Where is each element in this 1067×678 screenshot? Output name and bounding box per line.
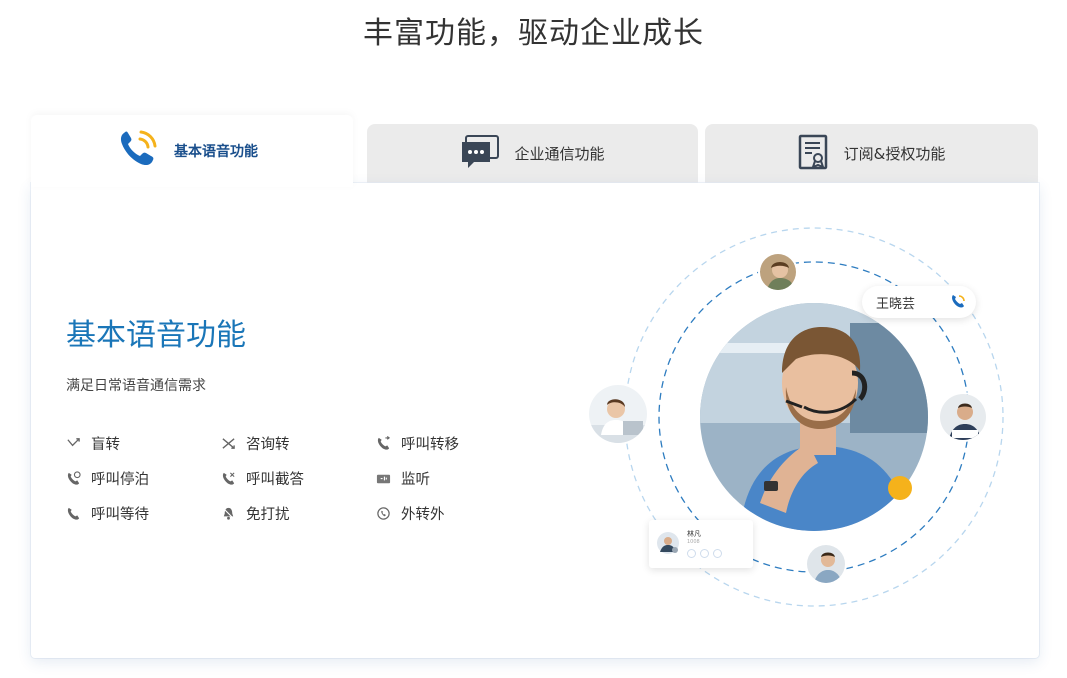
consult-transfer-icon	[222, 437, 235, 449]
contact-card: 林凡 1008	[649, 520, 753, 568]
phone-icon	[116, 127, 160, 175]
blind-transfer-icon	[67, 437, 80, 446]
external-transfer-icon	[377, 506, 390, 520]
video-icon[interactable]	[700, 549, 709, 558]
feature-label: 咨询转	[246, 436, 290, 453]
feature-item: 免打扰	[221, 504, 376, 523]
avatar	[657, 532, 679, 554]
contact-avatar	[758, 252, 798, 292]
call-icon[interactable]	[687, 549, 696, 558]
page-title: 丰富功能，驱动企业成长	[363, 16, 704, 51]
tab-enterprise-comm[interactable]: 企业通信功能	[367, 124, 698, 183]
feature-label: 盲转	[91, 436, 120, 453]
feature-item: 咨询转	[221, 434, 376, 453]
call-wait-icon	[67, 507, 80, 520]
feature-item: 呼叫截答	[221, 469, 376, 488]
tab-label: 基本语音功能	[174, 144, 258, 160]
illustration: 王晓芸 林凡 1008	[560, 220, 1020, 620]
contact-avatar	[805, 543, 847, 585]
feature-list: 盲转 咨询转 呼叫转移 呼叫停泊 呼叫截答 监听 呼叫等待 免打扰 外转外	[66, 434, 536, 523]
feature-label: 呼叫停泊	[91, 471, 149, 488]
section-subtitle: 满足日常语音通信需求	[66, 378, 206, 394]
contact-avatar	[938, 392, 988, 442]
feature-item: 监听	[376, 469, 531, 488]
call-park-icon	[67, 470, 81, 485]
chat-bubble-icon	[460, 134, 500, 174]
contact-avatar	[587, 383, 649, 445]
tab-label: 订阅&授权功能	[843, 145, 946, 163]
tab-label: 企业通信功能	[514, 145, 605, 163]
tab-basic-voice[interactable]: 基本语音功能	[31, 115, 353, 187]
caller-name: 王晓芸	[876, 296, 916, 312]
feature-label: 呼叫转移	[401, 436, 459, 453]
feature-label: 监听	[401, 471, 430, 488]
feature-item: 呼叫停泊	[66, 469, 221, 488]
feature-label: 呼叫等待	[91, 506, 149, 523]
certificate-icon	[798, 134, 830, 174]
call-icon[interactable]	[946, 290, 970, 314]
feature-label: 免打扰	[246, 506, 290, 523]
status-dot	[888, 476, 912, 500]
contact-name: 林凡	[687, 530, 701, 538]
feature-item: 呼叫转移	[376, 434, 531, 453]
more-icon[interactable]	[713, 549, 722, 558]
call-pickup-icon	[222, 471, 235, 485]
contact-number: 1008	[687, 539, 700, 545]
feature-item: 盲转	[66, 434, 221, 453]
caller-name-chip: 王晓芸	[862, 286, 976, 318]
do-not-disturb-icon	[222, 506, 235, 520]
section-title: 基本语音功能	[66, 318, 246, 353]
feature-item: 外转外	[376, 504, 531, 523]
call-forward-icon	[377, 435, 391, 450]
tab-subscription-license[interactable]: 订阅&授权功能	[705, 124, 1038, 183]
feature-item: 呼叫等待	[66, 504, 221, 523]
feature-label: 呼叫截答	[246, 471, 304, 488]
monitor-icon	[376, 474, 391, 483]
feature-label: 外转外	[401, 506, 445, 523]
